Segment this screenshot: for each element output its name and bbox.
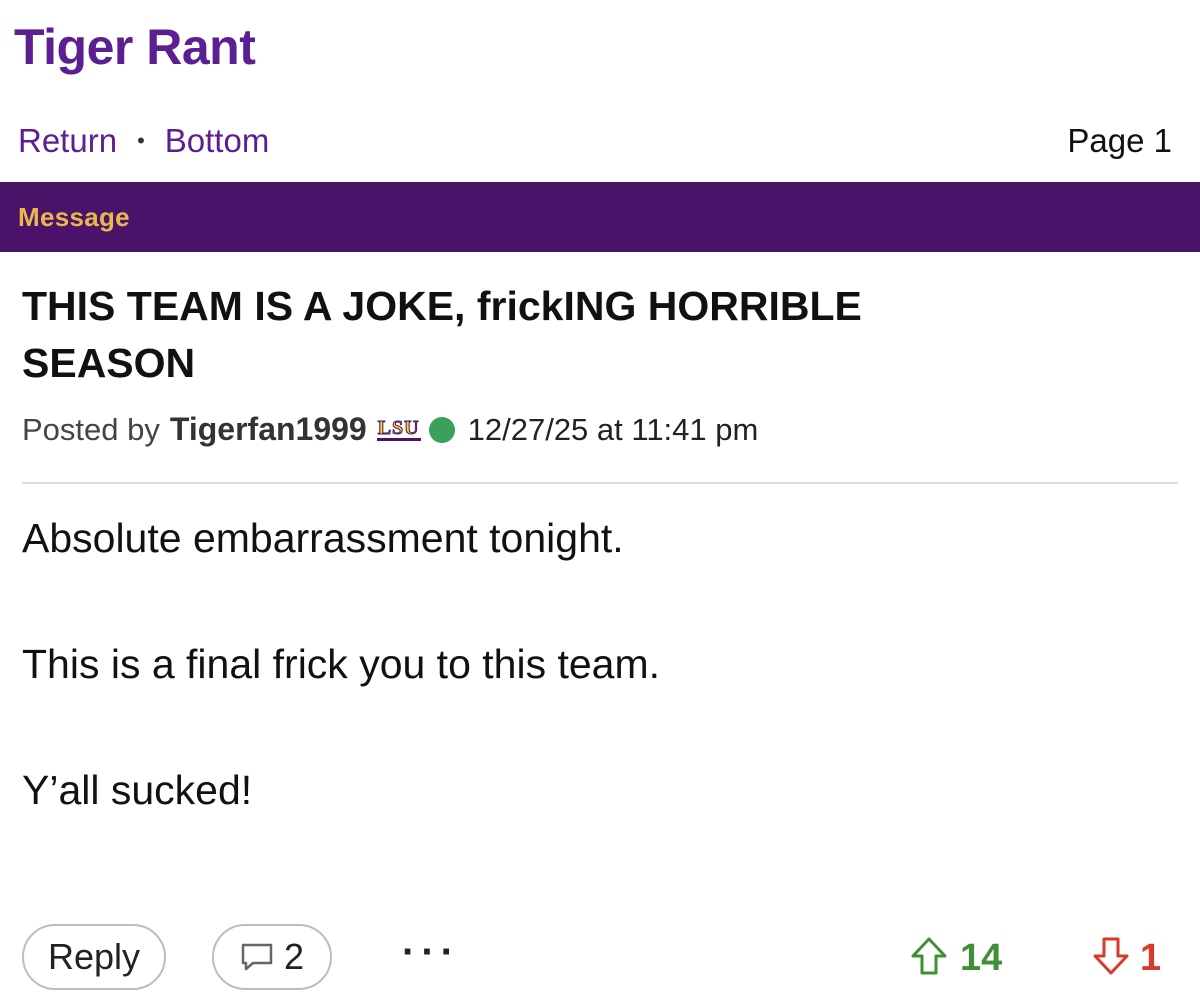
board-title[interactable]: Tiger Rant xyxy=(14,18,256,76)
post-actions: Reply 2 ··· 14 1 xyxy=(22,924,1182,990)
post-timestamp: 12/27/25 at 11:41 pm xyxy=(467,411,759,447)
comments-button[interactable]: 2 xyxy=(212,924,332,990)
return-link[interactable]: Return xyxy=(18,122,117,160)
author-name[interactable]: Tigerfan1999 xyxy=(170,411,367,448)
arrow-up-outline-icon xyxy=(910,936,948,981)
nav-separator: • xyxy=(137,128,145,153)
post-body: Absolute embarrassment tonight. This is … xyxy=(22,510,1172,888)
post-meta: Posted by Tigerfan1999 LSU 12/27/25 at 1… xyxy=(22,411,758,448)
body-paragraph: Y’all sucked! xyxy=(22,767,253,813)
body-paragraph: Absolute embarrassment tonight. xyxy=(22,515,624,561)
posted-by-label: Posted by xyxy=(22,411,160,447)
divider xyxy=(22,482,1178,484)
upvote-count: 14 xyxy=(960,937,1003,979)
body-paragraph: This is a final frick you to this team. xyxy=(22,641,661,687)
upvote-button[interactable]: 14 xyxy=(910,936,1002,981)
lsu-logo-icon: LSU xyxy=(376,417,421,441)
reply-button[interactable]: Reply xyxy=(22,924,166,990)
speech-bubble-icon xyxy=(240,942,274,972)
message-section-bar: Message xyxy=(0,182,1200,252)
online-status-icon xyxy=(428,416,455,443)
comment-count: 2 xyxy=(283,936,305,977)
page-indicator: Page 1 xyxy=(1067,122,1172,159)
more-options-button[interactable]: ··· xyxy=(402,930,460,975)
nav-row: Return • Bottom Page 1 xyxy=(18,122,1172,160)
nav-links: Return • Bottom xyxy=(18,122,269,160)
section-label: Message xyxy=(18,201,130,232)
downvote-count: 1 xyxy=(1140,937,1162,979)
downvote-button[interactable]: 1 xyxy=(1092,936,1161,981)
post-title: THIS TEAM IS A JOKE, frickING HORRIBLE S… xyxy=(22,283,862,386)
arrow-down-outline-icon xyxy=(1092,936,1130,981)
bottom-link[interactable]: Bottom xyxy=(165,122,270,160)
